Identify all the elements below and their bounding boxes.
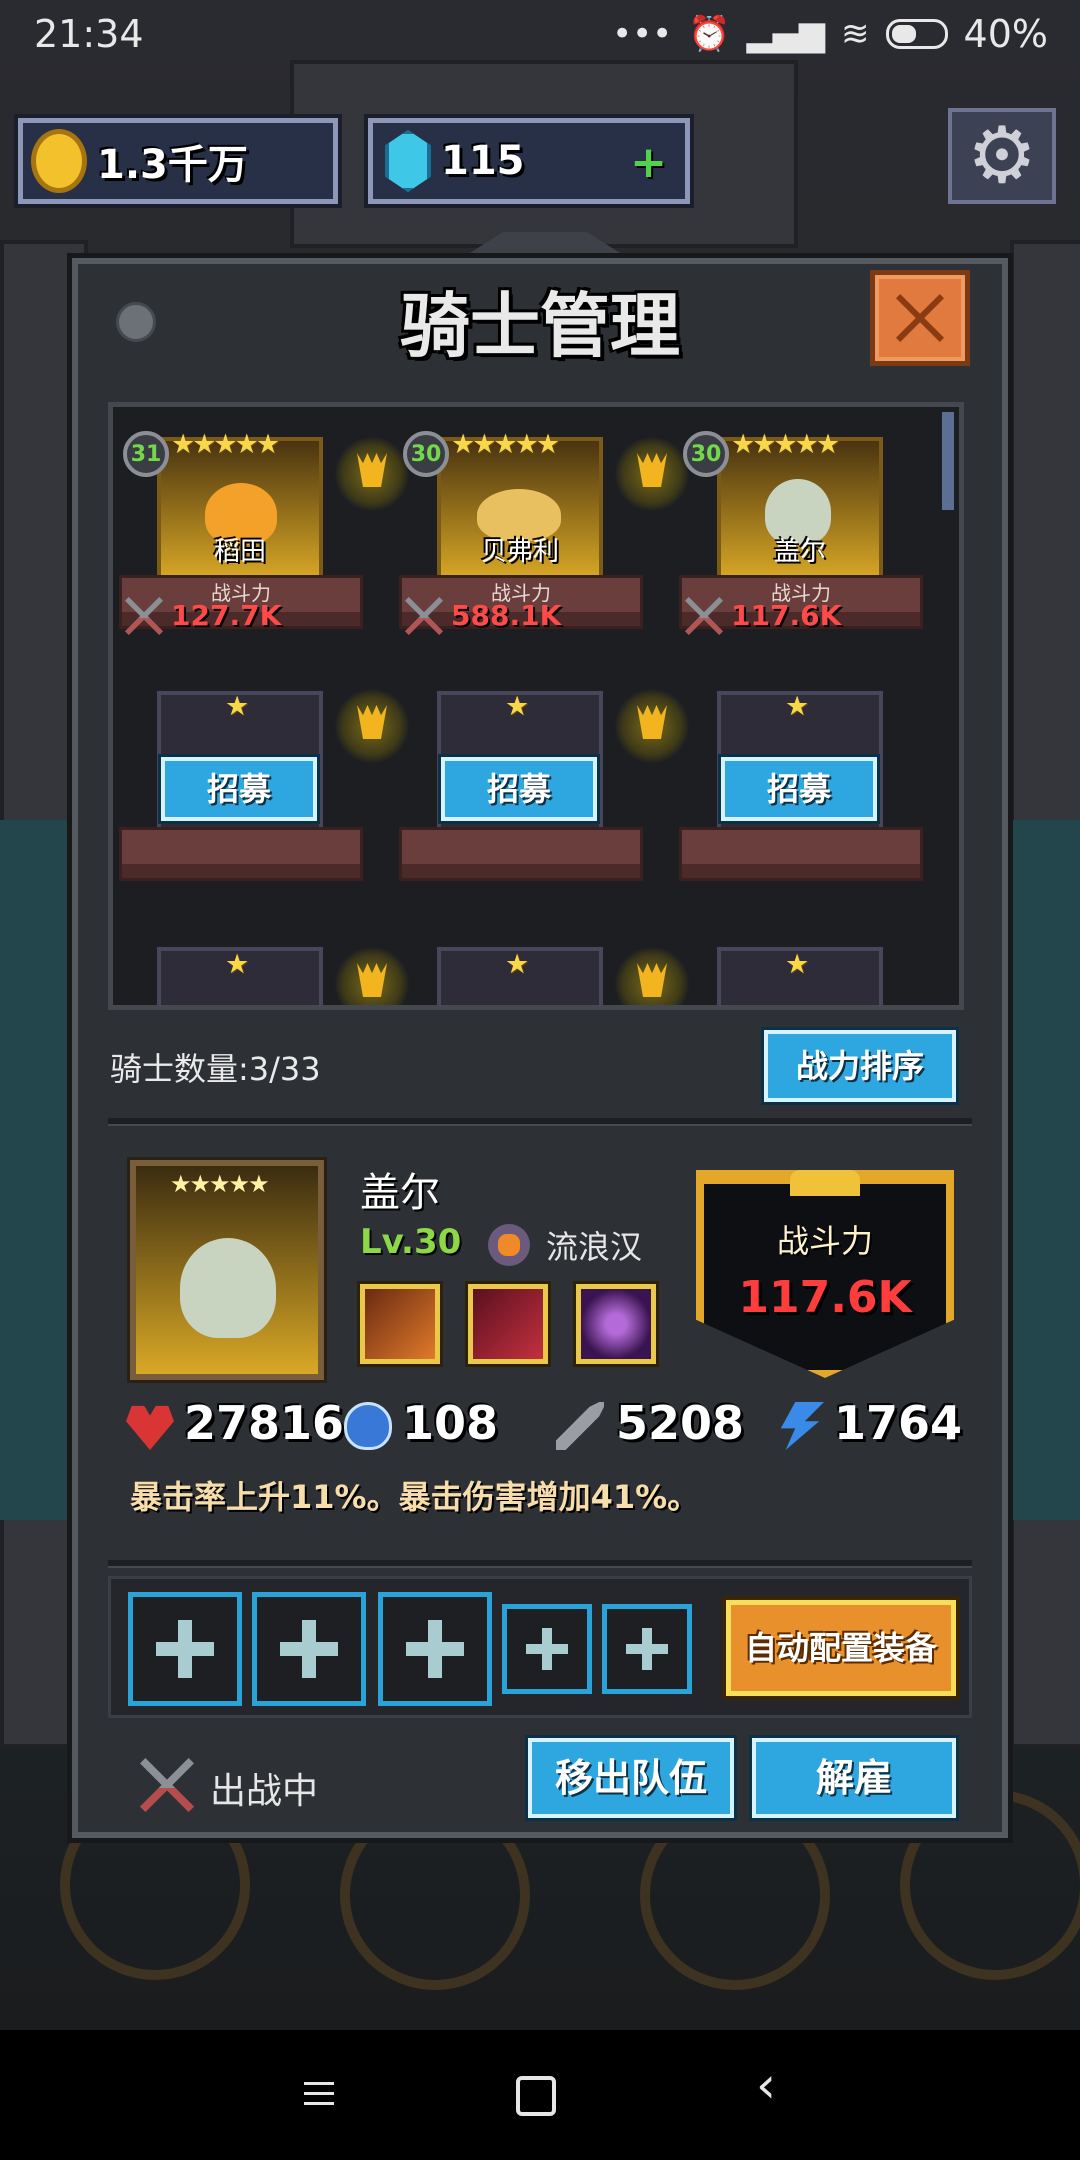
- potion-icon: [344, 1402, 392, 1450]
- torch-icon: [335, 437, 409, 511]
- knight-level: 30: [403, 431, 449, 477]
- torch-icon: [335, 689, 409, 763]
- settings-gear-button[interactable]: ⚙: [948, 108, 1056, 204]
- slot-star: ★: [225, 691, 249, 722]
- equip-slot-5[interactable]: [602, 1604, 692, 1694]
- gold-amount: 1.3千万: [97, 142, 248, 188]
- combat-power-value: 117.6K: [738, 1272, 912, 1323]
- combat-power-label: 战斗力: [776, 1222, 873, 1260]
- close-button[interactable]: [870, 270, 970, 366]
- gem-counter[interactable]: 115 +: [368, 118, 690, 204]
- grid-scrollbar[interactable]: [942, 412, 954, 510]
- divider: [108, 1118, 972, 1126]
- pedestal: [399, 827, 643, 881]
- knight-power: 117.6K: [731, 599, 842, 632]
- knight-name: 稻田: [213, 537, 266, 567]
- sort-by-power-button[interactable]: 战力排序: [764, 1030, 956, 1102]
- slot-star: ★: [785, 691, 809, 722]
- mp-value: 108: [402, 1396, 499, 1450]
- alarm-icon: ⏰: [688, 14, 731, 54]
- torch-icon: [335, 947, 409, 1005]
- slot-star: ★: [505, 691, 529, 722]
- hp-value: 27816: [184, 1396, 345, 1450]
- gem-icon: [385, 130, 431, 192]
- knight-grid[interactable]: 31 ★★★★★ 稻田 战斗力 127.7K 30 ★★★★★ 贝弗利 战斗力 …: [108, 402, 964, 1010]
- skill-slot-1[interactable]: [360, 1284, 440, 1364]
- status-time: 21:34: [34, 12, 144, 56]
- knight-count: 骑士数量:3/33: [110, 1050, 321, 1088]
- system-nav-bar: ‹: [0, 2030, 1080, 2160]
- home-icon[interactable]: [516, 2076, 556, 2116]
- knight-stars: ★★★★★: [731, 429, 840, 460]
- knight-name: 贝弗利: [480, 537, 559, 567]
- class-icon: [488, 1224, 530, 1266]
- divider: [108, 1560, 972, 1568]
- equip-slot-2[interactable]: [252, 1592, 366, 1706]
- equip-slot-1[interactable]: [128, 1592, 242, 1706]
- knight-power: 127.7K: [171, 599, 282, 632]
- pedestal: [679, 827, 923, 881]
- dismiss-button[interactable]: 解雇: [752, 1738, 956, 1818]
- battery-percent: 40%: [963, 12, 1048, 56]
- knight-class: 流浪汉: [546, 1228, 643, 1266]
- passive-effect-text: 暴击率上升11%。暴击伤害增加41%。: [130, 1478, 700, 1516]
- equip-slot-3[interactable]: [378, 1592, 492, 1706]
- recruit-button[interactable]: 招募: [721, 757, 877, 821]
- wifi-icon: ≋: [841, 14, 870, 54]
- slot-star: ★: [225, 949, 249, 980]
- badge-crown-icon: [790, 1170, 860, 1196]
- knight-detail-name: 盖尔: [360, 1170, 440, 1216]
- add-gems-icon[interactable]: +: [630, 137, 667, 188]
- knight-level: 30: [683, 431, 729, 477]
- recruit-button[interactable]: 招募: [161, 757, 317, 821]
- skill-slot-2[interactable]: [468, 1284, 548, 1364]
- equip-slot-4[interactable]: [502, 1604, 592, 1694]
- slot-star: ★: [505, 949, 529, 980]
- status-bar: 21:34 ••• ⏰ ▂▄▆ ≋ 40%: [0, 0, 1080, 70]
- torch-icon: [615, 689, 689, 763]
- recruit-button[interactable]: 招募: [441, 757, 597, 821]
- auto-equip-button[interactable]: 自动配置装备: [726, 1600, 956, 1696]
- knight-detail-level: Lv.30: [360, 1222, 462, 1262]
- portrait-stars: ★★★★★: [170, 1170, 270, 1198]
- skill-slot-3[interactable]: [576, 1284, 656, 1364]
- gear-icon: ⚙: [967, 111, 1037, 201]
- knight-level: 31: [123, 431, 169, 477]
- pedestal: [119, 827, 363, 881]
- gold-counter: 1.3千万: [18, 118, 338, 204]
- menu-icon[interactable]: [300, 2072, 348, 2118]
- battery-icon: [885, 19, 948, 49]
- gold-coin-icon: [31, 129, 87, 193]
- slot-star: ★: [785, 949, 809, 980]
- gem-amount: 115: [441, 138, 525, 184]
- torch-icon: [615, 947, 689, 1005]
- knight-name: 盖尔: [773, 537, 826, 567]
- speed-value: 1764: [834, 1396, 963, 1450]
- remove-from-team-button[interactable]: 移出队伍: [528, 1738, 734, 1818]
- torch-icon: [615, 437, 689, 511]
- signal-icon: ▂▄▆: [746, 14, 826, 54]
- attack-value: 5208: [616, 1396, 745, 1450]
- back-icon[interactable]: ‹: [756, 2056, 804, 2114]
- more-dots-icon: •••: [612, 14, 673, 54]
- knight-stars: ★★★★★: [451, 429, 560, 460]
- knight-stars: ★★★★★: [171, 429, 280, 460]
- portrait-sprite: [180, 1238, 276, 1338]
- knight-power: 588.1K: [451, 599, 562, 632]
- deployed-status: 出战中: [210, 1771, 319, 1812]
